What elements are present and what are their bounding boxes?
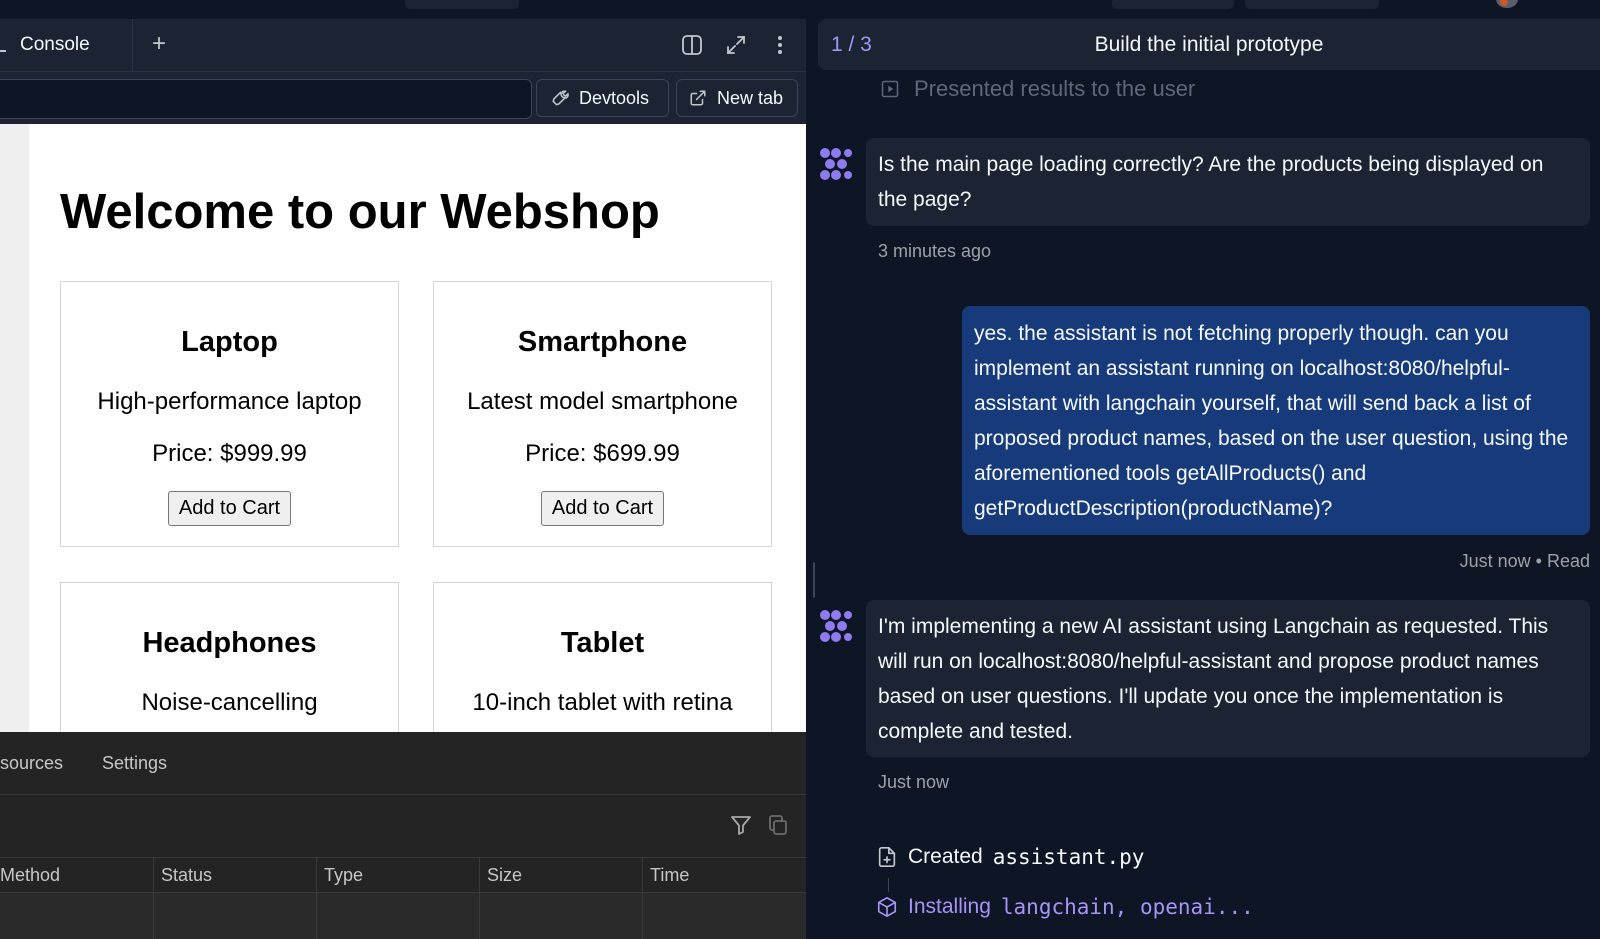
presentation-icon: [881, 80, 899, 98]
add-tab-button[interactable]: +: [146, 31, 172, 57]
product-name: Laptop: [181, 326, 278, 358]
top-button-pill[interactable]: [1245, 0, 1379, 9]
activity-verb: Created: [908, 845, 983, 868]
previous-activity: Presented results to the user: [880, 76, 1195, 102]
devtools-toolbar: [0, 795, 806, 858]
column-divider: [153, 858, 154, 939]
message-text: yes. the assistant is not fetching prope…: [974, 322, 1569, 520]
product-card-tablet: Tablet 10-inch tablet with retina: [433, 582, 772, 732]
activity-created-file[interactable]: Created assistant.py: [876, 845, 1144, 869]
tab-console[interactable]: Console: [0, 19, 133, 71]
product-description: Latest model smartphone: [467, 388, 738, 415]
wrench-icon: [552, 90, 569, 106]
column-method[interactable]: Method: [0, 865, 60, 886]
devtools-panel: sources Settings Method Status Type Size…: [0, 732, 806, 939]
pane-divider[interactable]: [806, 19, 818, 939]
step-title: Build the initial prototype: [1094, 33, 1324, 56]
message-timestamp: Just now: [1459, 551, 1531, 571]
external-link-icon: [690, 90, 706, 106]
table-row[interactable]: [0, 893, 806, 939]
read-receipt: Read: [1546, 551, 1590, 571]
add-to-cart-button[interactable]: Add to Cart: [540, 491, 665, 526]
copy-icon[interactable]: [766, 813, 790, 837]
product-price: Price: $999.99: [152, 440, 307, 467]
message-timestamp: Just now: [878, 772, 950, 792]
message-text: Is the main page loading correctly? Are …: [878, 153, 1544, 211]
webview-preview[interactable]: Welcome to our Webshop Laptop High-perfo…: [0, 124, 806, 732]
product-card-headphones: Headphones Noise-cancelling: [60, 582, 399, 732]
console-icon: [0, 50, 6, 52]
top-button-pill[interactable]: [1112, 0, 1234, 9]
activity-target: langchain, openai...: [1000, 895, 1254, 919]
workspace-pane: Console + Devtools New tab Welcome to ou…: [0, 19, 806, 939]
activity-connector: [888, 878, 889, 892]
devtools-tab-settings[interactable]: Settings: [102, 753, 167, 774]
column-divider: [642, 858, 643, 939]
file-plus-icon: [878, 847, 896, 867]
agent-avatar-icon: [820, 148, 852, 180]
product-description: Noise-cancelling: [141, 689, 318, 716]
webview-toolbar: Devtools New tab: [0, 72, 806, 124]
tab-console-label: Console: [20, 34, 90, 55]
filter-icon[interactable]: [729, 813, 753, 837]
url-input[interactable]: [0, 79, 532, 119]
network-table-header: Method Status Type Size Time: [0, 858, 806, 893]
column-divider: [316, 858, 317, 939]
product-description: High-performance laptop: [97, 388, 362, 415]
resize-handle[interactable]: [813, 562, 815, 598]
product-price: Price: $699.99: [525, 440, 680, 467]
column-status[interactable]: Status: [161, 865, 212, 886]
product-name: Headphones: [142, 627, 317, 659]
new-tab-button[interactable]: New tab: [676, 79, 798, 117]
column-divider: [479, 858, 480, 939]
activity-verb: Installing: [908, 895, 991, 918]
product-card-laptop: Laptop High-performance laptop Price: $9…: [60, 281, 399, 547]
agent-message: Is the main page loading correctly? Are …: [866, 138, 1590, 226]
more-vertical-icon[interactable]: [768, 33, 792, 57]
column-size[interactable]: Size: [487, 865, 522, 886]
top-tab-pill[interactable]: [405, 0, 519, 9]
column-time[interactable]: Time: [650, 865, 689, 886]
product-description: 10-inch tablet with retina: [472, 689, 733, 716]
activity-target: assistant.py: [992, 845, 1145, 869]
column-type[interactable]: Type: [324, 865, 363, 886]
agent-chat-pane: 1 / 3 Build the initial prototype Presen…: [818, 19, 1600, 939]
previous-activity-text: Presented results to the user: [914, 76, 1196, 101]
message-timestamp: 3 minutes ago: [878, 241, 992, 261]
activity-installing-packages[interactable]: Installing langchain, openai...: [876, 895, 1254, 919]
add-to-cart-button[interactable]: Add to Cart: [167, 491, 292, 526]
split-view-icon[interactable]: [680, 33, 704, 57]
product-name: Tablet: [560, 627, 645, 659]
meta-separator: •: [1535, 551, 1547, 571]
user-message: yes. the assistant is not fetching prope…: [962, 306, 1590, 535]
devtools-tab-sources[interactable]: sources: [0, 753, 63, 774]
product-name: Smartphone: [517, 326, 688, 358]
product-card-smartphone: Smartphone Latest model smartphone Price…: [433, 281, 772, 547]
package-icon: [877, 897, 897, 917]
devtools-button[interactable]: Devtools: [536, 79, 669, 117]
preview-gutter: [0, 124, 29, 732]
message-text: I'm implementing a new AI assistant usin…: [878, 615, 1549, 743]
message-receipt: Just now • Read: [1460, 551, 1590, 572]
step-header: 1 / 3 Build the initial prototype: [818, 19, 1600, 70]
agent-avatar-icon: [820, 610, 852, 642]
new-tab-button-label: New tab: [717, 87, 784, 108]
workspace-tab-bar: Console +: [0, 19, 806, 72]
page-title: Welcome to our Webshop: [60, 185, 660, 239]
agent-message: I'm implementing a new AI assistant usin…: [866, 600, 1590, 757]
expand-icon[interactable]: [724, 33, 748, 57]
devtools-tab-bar: sources Settings: [0, 732, 806, 795]
top-bar: [0, 0, 1600, 19]
devtools-button-label: Devtools: [579, 87, 650, 108]
